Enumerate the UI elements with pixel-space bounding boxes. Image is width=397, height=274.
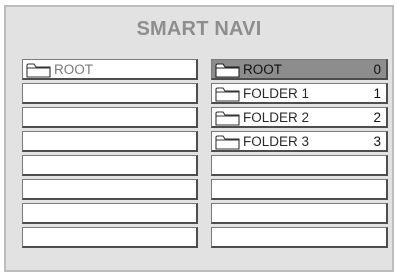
folder-item-empty[interactable] <box>211 179 388 200</box>
folder-item-folder-1[interactable]: FOLDER 1 1 <box>211 83 388 104</box>
folder-icon <box>215 63 240 78</box>
folder-item-label: FOLDER 2 <box>243 110 310 125</box>
folder-item-root[interactable]: ROOT 0 <box>211 59 388 80</box>
tree-item-empty[interactable] <box>22 203 198 224</box>
folder-item-count: 2 <box>373 110 381 125</box>
folder-tree-list: ROOT <box>22 59 198 251</box>
folder-item-folder-2[interactable]: FOLDER 2 2 <box>211 107 388 128</box>
folder-item-count: 1 <box>373 86 381 101</box>
smart-navi-panel: SMART NAVI ROOT ROOT 0 FOLDER 1 1 FOLDER… <box>4 5 394 272</box>
tree-item-empty[interactable] <box>22 131 198 152</box>
folder-item-empty[interactable] <box>211 203 388 224</box>
folder-item-empty[interactable] <box>211 227 388 248</box>
tree-item-empty[interactable] <box>22 155 198 176</box>
folder-item-empty[interactable] <box>211 155 388 176</box>
folder-item-folder-3[interactable]: FOLDER 3 3 <box>211 131 388 152</box>
folder-icon <box>26 63 51 78</box>
panel-title: SMART NAVI <box>136 18 262 40</box>
tree-item-root[interactable]: ROOT <box>22 59 198 80</box>
folder-item-label: FOLDER 1 <box>243 86 310 101</box>
tree-item-empty[interactable] <box>22 179 198 200</box>
folder-icon <box>215 135 240 150</box>
folder-item-count: 0 <box>373 62 381 77</box>
tree-item-empty[interactable] <box>22 227 198 248</box>
folder-icon <box>215 87 240 102</box>
folder-contents-list: ROOT 0 FOLDER 1 1 FOLDER 2 2 FOLDER 3 3 <box>211 59 388 251</box>
folder-icon <box>215 111 240 126</box>
tree-item-empty[interactable] <box>22 83 198 104</box>
folder-item-label: FOLDER 3 <box>243 134 310 149</box>
tree-item-label: ROOT <box>54 62 93 77</box>
tree-item-empty[interactable] <box>22 107 198 128</box>
folder-item-count: 3 <box>373 134 381 149</box>
folder-item-label: ROOT <box>243 62 282 77</box>
